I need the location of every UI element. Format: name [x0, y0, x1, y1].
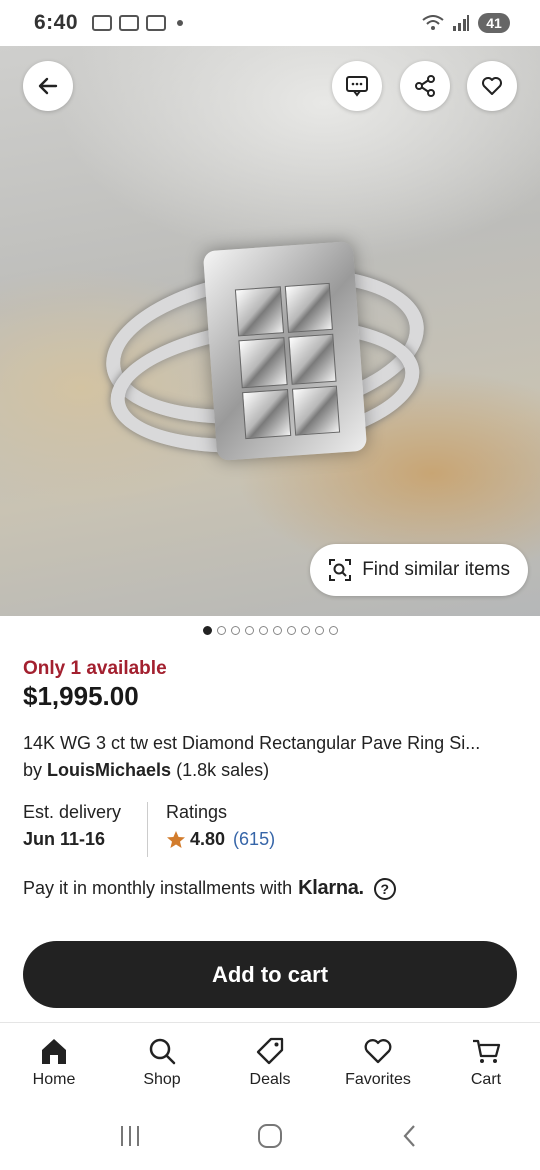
seller-sales: (1.8k sales)	[176, 760, 270, 780]
back-chevron-icon[interactable]	[397, 1123, 423, 1149]
seller-name-link[interactable]: LouisMichaels	[47, 760, 171, 780]
battery-indicator: 41	[478, 13, 510, 33]
delivery-label: Est. delivery	[23, 802, 122, 822]
add-to-cart-button[interactable]: Add to cart	[23, 941, 517, 1008]
screenshot-icon	[92, 15, 113, 31]
nav-favorites-label: Favorites	[345, 1070, 411, 1088]
product-image[interactable]: Find similar items	[0, 46, 540, 616]
rating-count-link[interactable]: (615)	[233, 829, 275, 850]
find-similar-label: Find similar items	[362, 559, 510, 580]
klarna-row: Pay it in monthly installments with Klar…	[23, 877, 396, 900]
klarna-logo: Klarna.	[298, 877, 364, 899]
nav-deals-label: Deals	[249, 1070, 291, 1088]
nav-favorites[interactable]: Favorites	[324, 1023, 432, 1102]
find-similar-button[interactable]: Find similar items	[310, 544, 528, 596]
favorite-button[interactable]	[467, 61, 517, 111]
gmail-icon	[119, 15, 140, 31]
listing-title[interactable]: 14K WG 3 ct tw est Diamond Rectangular P…	[23, 733, 523, 754]
delivery-ratings-row: Est. delivery Jun 11-16 Ratings 4.80 (61…	[23, 802, 523, 857]
pager-dot[interactable]	[328, 626, 338, 635]
message-icon	[346, 76, 368, 97]
heart-icon	[482, 77, 502, 95]
pager-dot[interactable]	[272, 626, 282, 635]
wifi-icon	[422, 15, 444, 30]
pager-dot[interactable]	[286, 626, 296, 635]
signal-icon	[453, 15, 469, 31]
bottom-nav: Home Shop Deals Favorites Cart	[0, 1022, 540, 1102]
nav-shop-label: Shop	[143, 1070, 181, 1088]
delivery-value: Jun 11-16	[23, 829, 106, 849]
home-circle-icon[interactable]	[257, 1123, 283, 1149]
home-icon	[42, 1038, 66, 1064]
ratings-label: Ratings	[166, 802, 228, 822]
availability-text: Only 1 available	[23, 658, 167, 679]
nav-cart-label: Cart	[470, 1070, 502, 1088]
delivery-block: Est. delivery Jun 11-16	[23, 802, 148, 857]
seller-prefix: by	[23, 760, 43, 780]
more-notifications-icon	[177, 20, 184, 26]
nav-home-label: Home	[32, 1070, 76, 1088]
klarna-text: Pay it in monthly installments with	[23, 878, 293, 898]
recent-apps-icon[interactable]	[117, 1124, 143, 1148]
system-nav-bar	[0, 1102, 540, 1170]
message-seller-button[interactable]	[332, 61, 382, 111]
search-icon	[149, 1038, 176, 1064]
pager-dot[interactable]	[258, 626, 268, 635]
share-icon	[415, 75, 435, 97]
pager-dot[interactable]	[300, 626, 310, 635]
pager-dot[interactable]	[244, 626, 254, 635]
nav-deals[interactable]: Deals	[216, 1023, 324, 1102]
pager-dot[interactable]	[314, 626, 324, 635]
seller-line: by LouisMichaels (1.8k sales)	[23, 760, 269, 781]
star-icon	[167, 830, 185, 848]
arrow-left-icon	[38, 77, 58, 95]
pager-dot[interactable]	[230, 626, 240, 635]
share-button[interactable]	[400, 61, 450, 111]
help-icon[interactable]: ?	[373, 877, 396, 900]
pager-dot[interactable]	[216, 626, 226, 635]
visual-search-icon	[329, 559, 352, 581]
nav-home[interactable]: Home	[0, 1023, 108, 1102]
heart-icon	[364, 1038, 392, 1063]
ratings-block[interactable]: Ratings 4.80 (615)	[148, 802, 275, 857]
photo-icon	[146, 15, 167, 31]
tag-icon	[256, 1037, 284, 1064]
rating-score: 4.80	[190, 829, 226, 849]
nav-cart[interactable]: Cart	[432, 1023, 540, 1102]
image-pager[interactable]	[0, 626, 540, 635]
status-bar: 6:40 41	[0, 0, 540, 46]
pager-dot[interactable]	[202, 626, 212, 635]
status-time: 6:40	[34, 11, 79, 34]
notification-icons	[92, 15, 184, 31]
nav-shop[interactable]: Shop	[108, 1023, 216, 1102]
back-button[interactable]	[23, 61, 73, 111]
ring-diamonds	[234, 282, 341, 440]
price: $1,995.00	[23, 681, 139, 711]
cart-icon	[473, 1039, 501, 1063]
